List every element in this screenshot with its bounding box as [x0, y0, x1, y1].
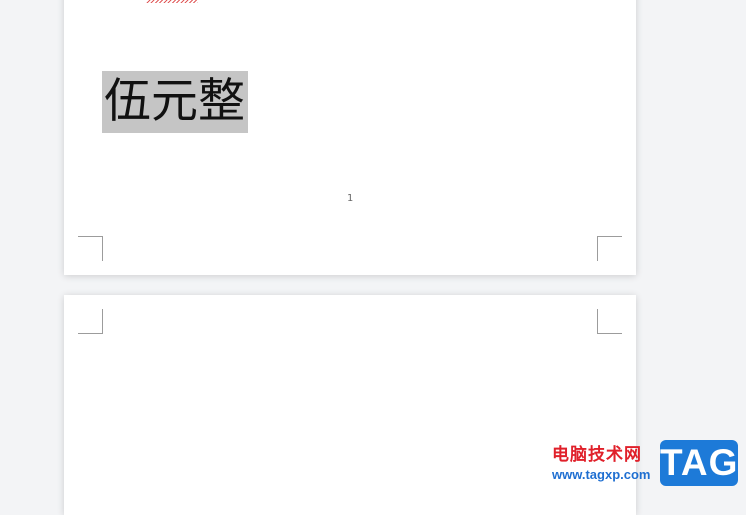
- margin-corner-mark: [78, 236, 103, 261]
- site-watermark: 电脑技术网 www.tagxp.com TAG: [552, 440, 742, 488]
- watermark-url: www.tagxp.com: [552, 467, 651, 482]
- watermark-site-name: 电脑技术网: [552, 445, 642, 464]
- watermark-logo-badge: TAG: [660, 440, 738, 486]
- page-number: 1: [346, 193, 354, 204]
- margin-corner-mark: [78, 309, 103, 334]
- margin-corner-mark: [597, 236, 622, 261]
- margin-corner-mark: [597, 309, 622, 334]
- spellcheck-underline: [146, 0, 198, 3]
- document-page-1[interactable]: 伍元整 1: [64, 0, 636, 275]
- document-page-2[interactable]: [64, 295, 636, 515]
- selected-text[interactable]: 伍元整: [102, 71, 248, 133]
